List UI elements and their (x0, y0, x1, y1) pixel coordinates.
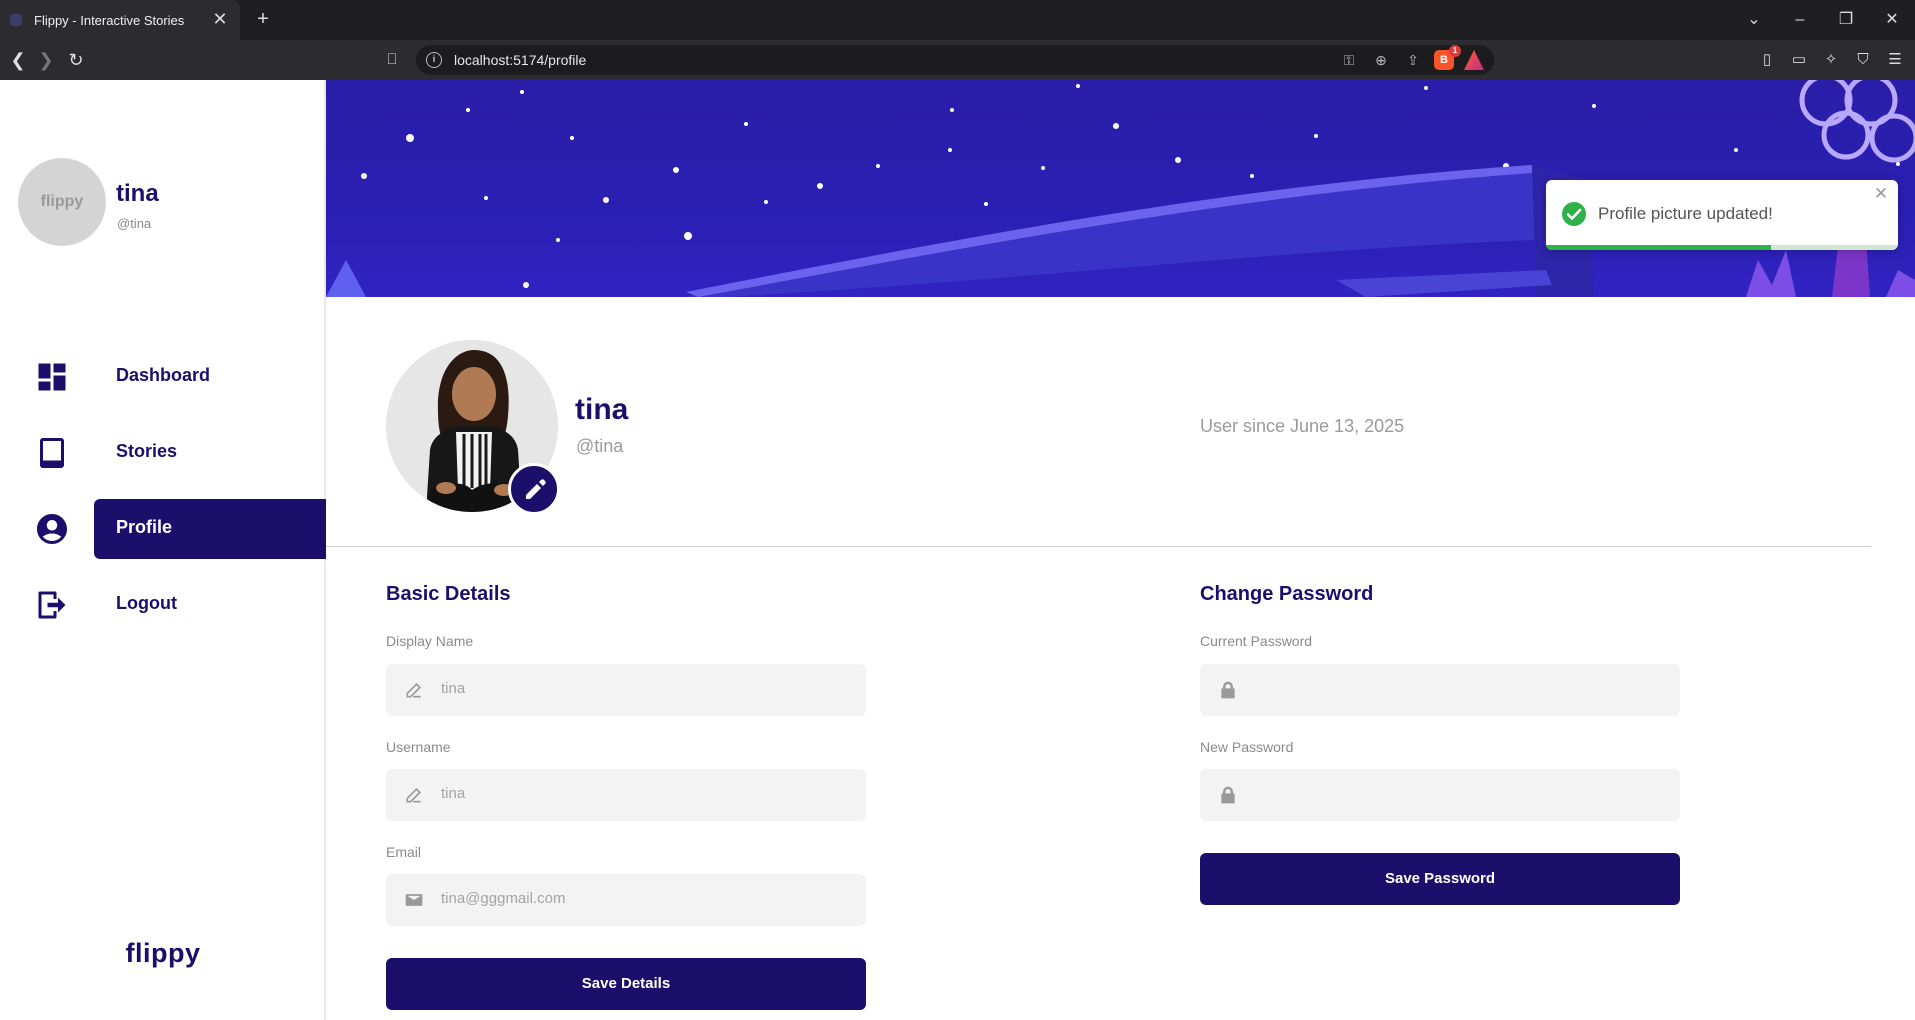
basic-details-title: Basic Details (386, 583, 511, 605)
browser-tabbar: Flippy - Interactive Stories ✕ + ⌄ – ❐ ✕ (0, 0, 1915, 40)
brave-rewards-icon[interactable]: 1 (1464, 50, 1484, 70)
browser-toolbar: ❮ ❯ ↻ ⎕ i localhost:5174/profile ⚿ ⊕ ⇪ B… (0, 40, 1915, 80)
email-field[interactable]: tina@gggmail.com (386, 874, 866, 926)
sidebar-user-handle: @tina (117, 216, 152, 231)
new-password-label: New Password (1200, 739, 1294, 755)
logout-icon (38, 591, 66, 619)
browser-tab[interactable]: Flippy - Interactive Stories ✕ (0, 0, 240, 40)
book-icon (40, 438, 64, 468)
reload-icon[interactable]: ↻ (64, 48, 88, 72)
forward-icon[interactable]: ❯ (34, 48, 58, 72)
sidebar-item-label: Profile (116, 517, 173, 537)
username-value: tina (441, 785, 466, 802)
browser-tools: ▯ ▭ ✧ ⛉ ☰ (1755, 48, 1907, 72)
tab-close-icon[interactable]: ✕ (210, 9, 230, 29)
display-name-label: Display Name (386, 633, 474, 649)
sidebar-item-stories[interactable]: Stories (0, 423, 326, 483)
username-label: Username (386, 739, 451, 755)
toast-message: Profile picture updated! (1598, 204, 1773, 223)
section-divider (326, 546, 1871, 547)
close-window-icon[interactable]: ✕ (1869, 0, 1915, 40)
change-password-title: Change Password (1200, 583, 1374, 605)
zoom-icon[interactable]: ⊕ (1370, 50, 1392, 70)
email-label: Email (386, 844, 422, 860)
sidebar-item-label: Stories (116, 441, 178, 461)
display-name-value: tina (441, 680, 466, 697)
brand-logo: flippy (125, 938, 201, 968)
vpn-shield-icon[interactable]: ⛉ (1851, 48, 1875, 72)
profile-name: tina (575, 393, 629, 426)
wallet-icon[interactable]: ▭ (1787, 48, 1811, 72)
rewards-badge: 1 (1479, 50, 1484, 57)
key-icon[interactable]: ⚿ (1338, 50, 1360, 70)
bookmark-icon[interactable]: ⎕ (380, 48, 404, 72)
current-password-field[interactable] (1200, 664, 1680, 716)
dashboard-icon (38, 363, 66, 391)
lock-icon (1221, 786, 1235, 804)
sidebar-item-dashboard[interactable]: Dashboard (0, 347, 326, 407)
user-since: User since June 13, 2025 (1200, 416, 1405, 436)
profile-handle: @tina (576, 436, 624, 456)
minimize-icon[interactable]: – (1777, 0, 1823, 40)
sidebar-user-name: tina (116, 180, 159, 207)
sidebar-item-label: Logout (116, 593, 177, 613)
tab-list-chevron-icon[interactable]: ⌄ (1731, 0, 1777, 40)
toast-notification: Profile picture updated! ✕ (1546, 180, 1898, 250)
share-icon[interactable]: ⇪ (1402, 50, 1424, 70)
favicon-icon (10, 14, 22, 26)
new-password-field[interactable] (1200, 769, 1680, 821)
sidebar-item-profile[interactable]: Profile (0, 499, 326, 559)
url-text[interactable]: localhost:5174/profile (454, 52, 586, 68)
username-field[interactable]: tina (386, 769, 866, 821)
sidebar-avatar: flippy (18, 158, 106, 246)
edit-photo-button[interactable] (508, 463, 560, 515)
save-password-button[interactable]: Save Password (1200, 853, 1680, 905)
toast-progress-bar (1546, 245, 1772, 250)
sidebar-toggle-icon[interactable]: ▯ (1755, 48, 1779, 72)
current-password-label: Current Password (1200, 633, 1313, 649)
address-bar[interactable]: i localhost:5174/profile ⚿ ⊕ ⇪ B1 1 (416, 45, 1494, 75)
new-tab-button[interactable]: + (252, 8, 274, 30)
leo-ai-icon[interactable]: ✧ (1819, 48, 1843, 72)
site-info-icon[interactable]: i (426, 52, 442, 68)
success-check-icon (1562, 202, 1586, 226)
email-value: tina@gggmail.com (441, 890, 566, 907)
pencil-outline-icon (406, 787, 422, 803)
toast-close-icon[interactable]: ✕ (1872, 184, 1890, 204)
sidebar-item-logout[interactable]: Logout (0, 575, 326, 635)
brave-shields-icon[interactable]: B1 (1434, 45, 1461, 70)
window-controls: ⌄ – ❐ ✕ (1731, 0, 1915, 40)
restore-icon[interactable]: ❐ (1823, 0, 1869, 40)
save-details-button[interactable]: Save Details (386, 958, 866, 1010)
display-name-field[interactable]: tina (386, 664, 866, 716)
pencil-outline-icon (406, 682, 422, 698)
back-icon[interactable]: ❮ (6, 48, 30, 72)
app: flippy tina @tina Dashboard Stories Prof… (0, 80, 1915, 1020)
account-circle-icon (37, 514, 67, 544)
sidebar: flippy tina @tina Dashboard Stories Prof… (0, 80, 326, 1020)
pencil-icon (526, 479, 546, 499)
address-bar-actions: ⚿ ⊕ ⇪ B1 1 (1338, 45, 1484, 70)
mail-icon (405, 894, 423, 906)
tab-title: Flippy - Interactive Stories (34, 12, 185, 28)
menu-icon[interactable]: ☰ (1883, 48, 1907, 72)
shields-badge: 1 (1449, 45, 1461, 57)
lock-icon (1221, 681, 1235, 699)
sidebar-item-label: Dashboard (116, 365, 211, 385)
